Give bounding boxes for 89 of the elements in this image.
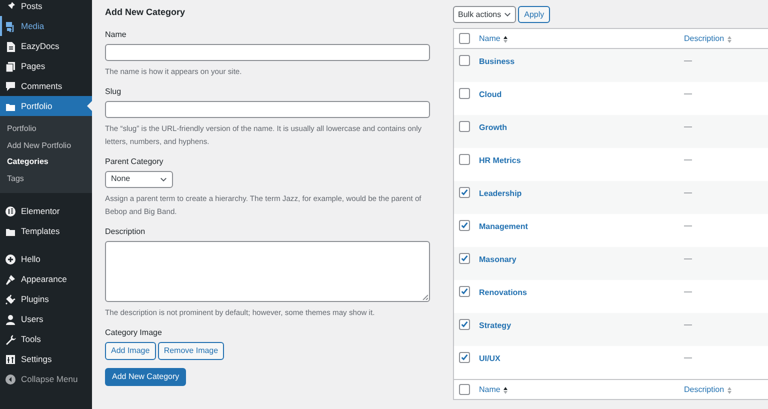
description-cell: — — [684, 286, 692, 298]
category-link[interactable]: UI/UX — [479, 354, 500, 363]
apply-button[interactable]: Apply — [518, 6, 550, 23]
sidebar-item[interactable]: Elementor — [0, 201, 92, 221]
checkbox[interactable] — [459, 121, 470, 132]
sidebar-item[interactable]: Comments — [0, 76, 92, 96]
collapse-icon — [5, 374, 16, 384]
plus-circle-icon — [5, 254, 16, 264]
sidebar-item[interactable]: Posts — [0, 0, 92, 16]
column-header[interactable]: Description — [684, 33, 732, 45]
category-link[interactable]: Strategy — [479, 321, 512, 330]
category-link[interactable]: Renovations — [479, 288, 528, 297]
sidebar-item[interactable]: Media — [0, 16, 92, 36]
category-link[interactable]: Leadership — [479, 189, 522, 198]
column-header[interactable]: Name — [479, 33, 508, 45]
plug-icon — [5, 294, 16, 304]
checkbox[interactable] — [459, 253, 470, 264]
select-field[interactable]: None — [105, 170, 173, 188]
brush-icon — [5, 274, 16, 284]
field-label: Name — [105, 28, 128, 40]
submenu-item[interactable]: Categories — [0, 154, 92, 170]
sort-icon — [503, 386, 508, 394]
image-button[interactable]: Remove Image — [158, 342, 224, 360]
input-field[interactable] — [105, 44, 430, 60]
sidebar-item[interactable]: Pages — [0, 56, 92, 76]
pages-icon — [5, 60, 16, 72]
submit-button[interactable]: Add New Category — [105, 368, 186, 386]
media-icon — [5, 20, 16, 32]
category-link[interactable]: HR Metrics — [479, 156, 521, 165]
description-cell: — — [684, 187, 692, 199]
sidebar-item[interactable]: Collapse Menu — [0, 369, 92, 389]
category-link[interactable]: Business — [479, 57, 515, 66]
sort-icon — [727, 34, 732, 44]
wrench-icon — [5, 334, 16, 344]
submenu-item[interactable]: Add New Portfolio — [0, 138, 92, 154]
elementor-icon — [5, 206, 16, 216]
sidebar-item[interactable]: Templates — [0, 221, 92, 241]
checkbox[interactable] — [459, 33, 470, 44]
user-icon — [5, 314, 16, 324]
checkbox[interactable] — [459, 154, 470, 165]
category-link[interactable]: Management — [479, 222, 528, 231]
checkbox[interactable] — [459, 220, 470, 231]
form-title: Add New Category — [105, 6, 186, 19]
bulk-actions-select[interactable]: Bulk actions — [453, 6, 516, 23]
description-cell: — — [684, 88, 692, 100]
submenu-item[interactable]: Tags — [0, 170, 92, 187]
sort-icon — [727, 386, 732, 394]
sidebar-item[interactable]: Settings — [0, 349, 92, 369]
field-label: Category Image — [105, 326, 163, 338]
description-cell: — — [684, 55, 692, 67]
field-label: Description — [105, 226, 146, 238]
checkbox[interactable] — [459, 88, 470, 99]
checkbox[interactable] — [459, 384, 470, 395]
comment-icon — [5, 80, 16, 92]
submenu-item[interactable]: Portfolio — [0, 121, 92, 138]
sidebar-item[interactable]: Appearance — [0, 269, 92, 289]
description-cell: — — [684, 352, 692, 364]
description-cell: — — [684, 121, 692, 133]
input-field[interactable] — [105, 100, 430, 118]
textarea-field[interactable] — [105, 240, 430, 302]
field-label: Slug — [105, 86, 122, 98]
category-link[interactable]: Masonary — [479, 255, 516, 264]
sidebar-item[interactable]: EazyDocs — [0, 36, 92, 56]
checkbox[interactable] — [459, 286, 470, 297]
caret-icon — [160, 176, 167, 182]
category-link[interactable]: Growth — [479, 123, 507, 132]
caret-icon — [504, 12, 511, 17]
description-cell: — — [684, 154, 692, 166]
category-link[interactable]: Cloud — [479, 90, 502, 99]
checkbox[interactable] — [459, 352, 470, 363]
description-cell: — — [684, 220, 692, 232]
checkbox[interactable] — [459, 319, 470, 330]
sidebar-item[interactable]: Plugins — [0, 289, 92, 309]
description-cell: — — [684, 253, 692, 265]
column-header[interactable]: Description — [684, 384, 732, 396]
column-header[interactable]: Name — [479, 384, 508, 396]
settings-icon — [5, 354, 16, 364]
image-button[interactable]: Add Image — [105, 342, 156, 360]
sidebar-item[interactable]: Users — [0, 309, 92, 329]
sort-icon — [503, 34, 508, 44]
resize-grip-icon — [422, 294, 428, 300]
sidebar-item[interactable]: Portfolio — [0, 96, 92, 116]
sidebar-item[interactable]: Tools — [0, 329, 92, 349]
checkbox[interactable] — [459, 55, 470, 66]
document-icon — [5, 40, 16, 52]
description-cell: — — [684, 319, 692, 331]
checkbox[interactable] — [459, 187, 470, 198]
sidebar-item[interactable]: Hello — [0, 249, 92, 269]
field-label: Parent Category — [105, 156, 164, 168]
